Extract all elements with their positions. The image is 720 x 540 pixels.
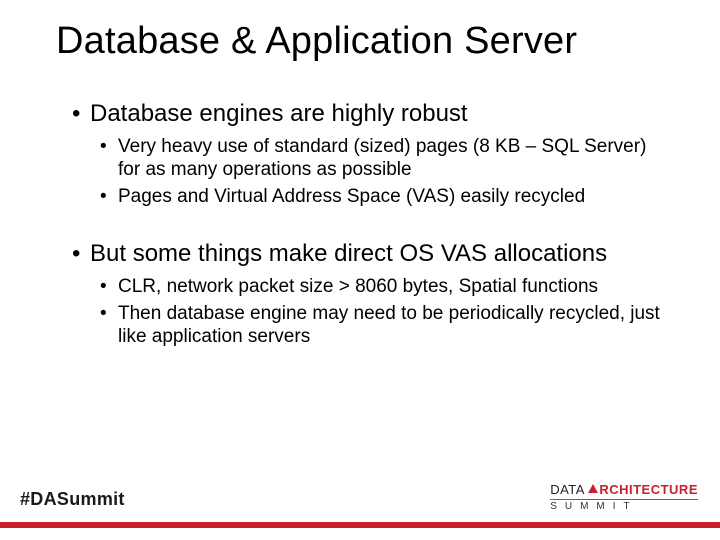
triangle-icon — [588, 484, 598, 493]
slide-body: Database engines are highly robust Very … — [72, 100, 660, 353]
bullet-level2: Very heavy use of standard (sized) pages… — [100, 136, 660, 182]
logo-word-architecture: RCHITECTURE — [599, 482, 698, 497]
slide: Database & Application Server Database e… — [0, 0, 720, 540]
bullet-level2: CLR, network packet size > 8060 bytes, S… — [100, 276, 660, 299]
footer-hashtag: #DASummit — [20, 489, 125, 510]
spacer — [72, 212, 660, 240]
logo-divider — [550, 499, 698, 500]
logo-top-line: DATA RCHITECTURE — [550, 483, 698, 496]
bullet-level1: But some things make direct OS VAS alloc… — [72, 240, 660, 268]
bullet-level2: Then database engine may need to be peri… — [100, 303, 660, 349]
bullet-level2: Pages and Virtual Address Space (VAS) ea… — [100, 186, 660, 209]
footer-logo: DATA RCHITECTURE SUMMIT — [550, 483, 698, 512]
footer-accent-bar — [0, 522, 720, 528]
slide-title: Database & Application Server — [56, 20, 680, 63]
bullet-level1: Database engines are highly robust — [72, 100, 660, 128]
logo-word-data: DATA — [550, 482, 588, 497]
logo-word-summit: SUMMIT — [550, 502, 698, 512]
